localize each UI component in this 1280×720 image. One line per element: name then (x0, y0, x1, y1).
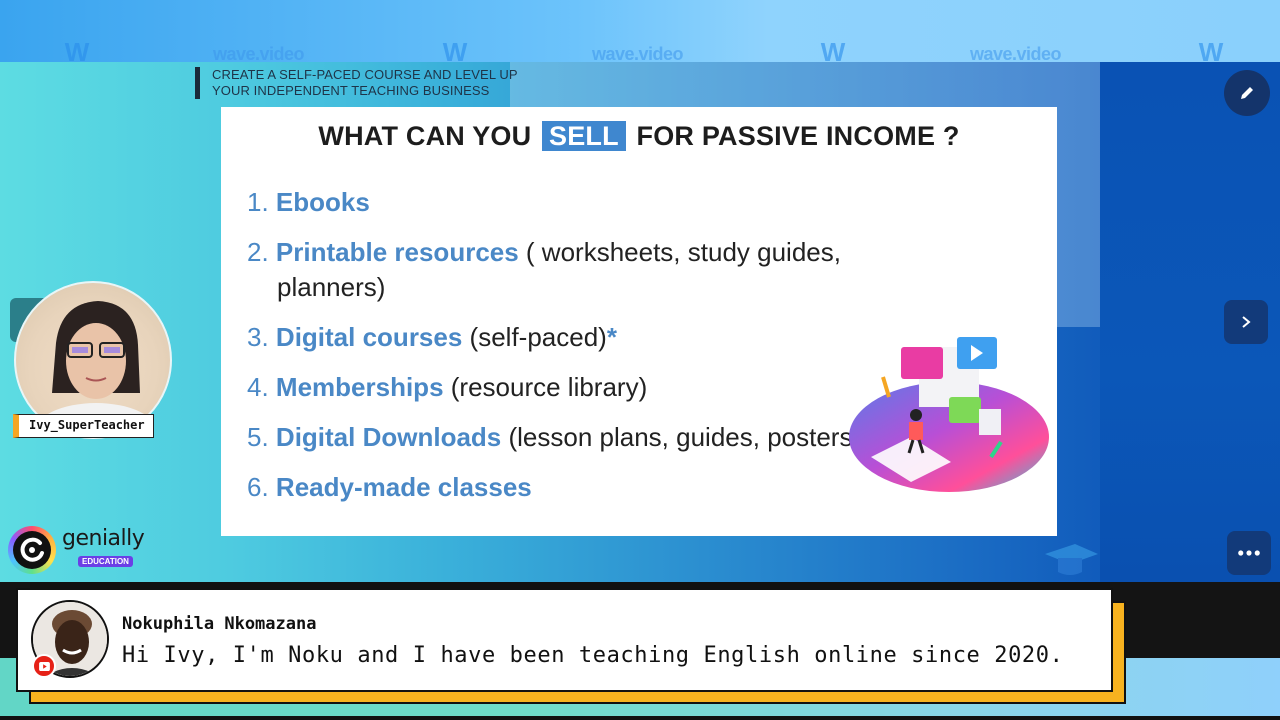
item-number: 4. (247, 372, 269, 402)
bottom-dark-band (1110, 582, 1280, 658)
watermark-text: wave.video (592, 44, 684, 62)
chevron-right-icon (1242, 316, 1251, 328)
income-list: 1. Ebooks 2. Printable resources ( works… (247, 185, 887, 520)
list-item: 3. Digital courses (self-paced)* (247, 320, 887, 355)
youtube-icon (32, 654, 56, 678)
education-badge: EDUCATION (78, 556, 133, 567)
comment-banner: Nokuphila Nkomazana Hi Ivy, I'm Noku and… (16, 588, 1113, 692)
watermark-banner: W wave.video W wave.video W wave.video W (0, 0, 1280, 62)
item-number: 2. (247, 237, 269, 267)
wave-logo-icon: W (64, 37, 90, 62)
bottom-border (0, 716, 1280, 720)
edit-button[interactable] (1224, 70, 1270, 116)
presentation-stage: CREATE A SELF-PACED COURSE AND LEVEL UP … (0, 62, 1280, 582)
genially-wordmark: genially (62, 526, 145, 551)
more-horizontal-icon (1238, 550, 1260, 556)
slide-card: WHAT CAN YOU SELL FOR PASSIVE INCOME ? 1… (221, 107, 1057, 536)
slide-heading: WHAT CAN YOU SELL FOR PASSIVE INCOME ? (221, 121, 1057, 152)
genially-logo: genially EDUCATION (8, 526, 148, 574)
item-note: (resource library) (443, 372, 648, 402)
item-note: (lesson plans, guides, posters) (501, 422, 862, 452)
list-item: 1. Ebooks (247, 185, 887, 220)
item-note: (self-paced) (462, 322, 607, 352)
pencil-icon (1241, 87, 1253, 99)
more-options-button[interactable] (1227, 531, 1271, 575)
item-term: Digital Downloads (275, 422, 502, 452)
watermark-text: wave.video (970, 44, 1062, 62)
course-title: CREATE A SELF-PACED COURSE AND LEVEL UP … (195, 67, 518, 99)
watermark-text: wave.video (213, 44, 305, 62)
heading-highlight: SELL (542, 121, 626, 151)
heading-before: WHAT CAN YOU (318, 121, 532, 151)
item-term: Ready-made classes (275, 472, 532, 502)
comment-author: Nokuphila Nkomazana (122, 614, 317, 634)
wave-logo-icon: W (820, 37, 846, 62)
list-item: 4. Memberships (resource library) (247, 370, 887, 405)
genially-logo-icon (8, 526, 56, 574)
item-term: Ebooks (275, 187, 370, 217)
item-term: Memberships (275, 372, 444, 402)
next-slide-button[interactable] (1224, 300, 1268, 344)
wave-logo-icon: W (442, 37, 468, 62)
presenter-name-tag: Ivy_SuperTeacher (13, 414, 154, 438)
course-title-line2: YOUR INDEPENDENT TEACHING BUSINESS (212, 83, 490, 98)
item-term: Printable resources (275, 237, 519, 267)
list-item: 5. Digital Downloads (lesson plans, guid… (247, 420, 887, 455)
heading-after: FOR PASSIVE INCOME ? (636, 121, 960, 151)
wave-logo-icon: W (1198, 37, 1224, 62)
item-number: 1. (247, 187, 269, 217)
item-term: Digital courses (275, 322, 463, 352)
item-number: 3. (247, 322, 269, 352)
course-title-line1: CREATE A SELF-PACED COURSE AND LEVEL UP (212, 67, 518, 82)
list-item: 6. Ready-made classes (247, 470, 887, 505)
item-number: 5. (247, 422, 269, 452)
graduation-cap-icon (1045, 544, 1098, 575)
list-item: 2. Printable resources ( worksheets, stu… (247, 235, 887, 305)
comment-text: Hi Ivy, I'm Noku and I have been teachin… (122, 643, 1064, 668)
online-learning-illustration (849, 337, 1049, 492)
item-number: 6. (247, 472, 269, 502)
item-marker: * (606, 322, 617, 352)
